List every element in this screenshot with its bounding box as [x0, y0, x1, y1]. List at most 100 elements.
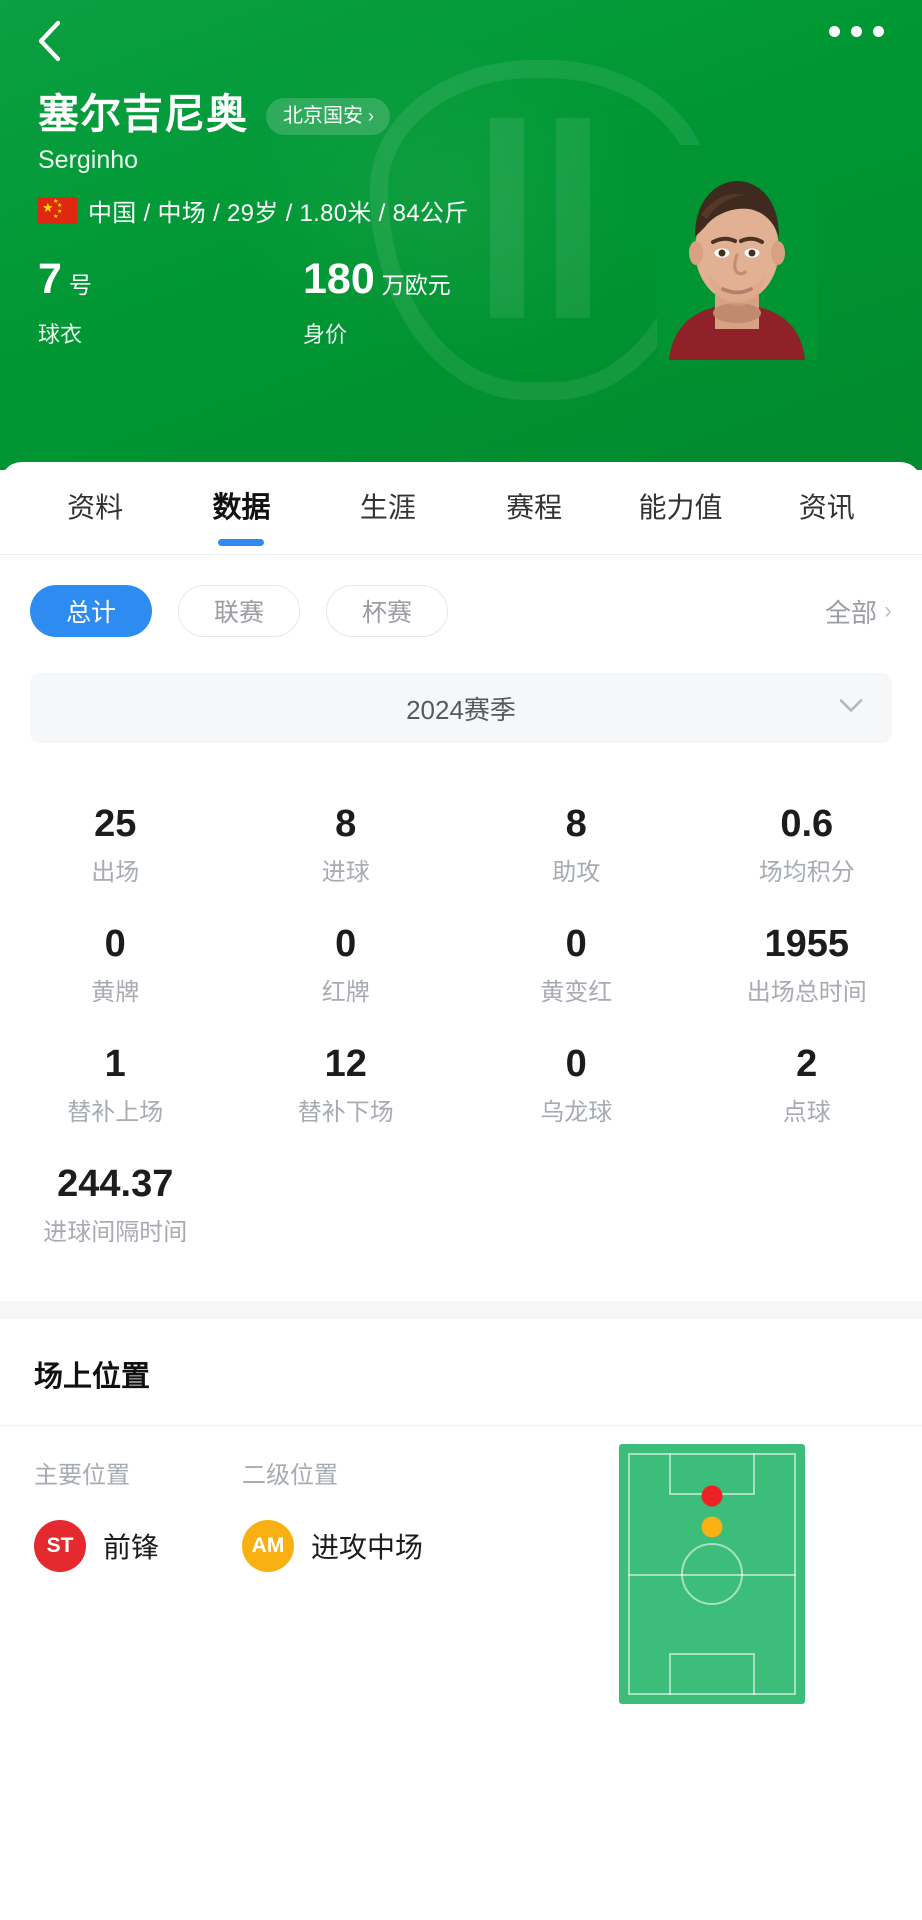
stat-value: 1 — [104, 1043, 126, 1085]
stat-own-goals: 0 乌龙球 — [461, 1027, 692, 1147]
kpi-caption: 身价 — [303, 322, 348, 347]
stat-label: 出场总时间 — [746, 979, 867, 1006]
stat-minutes-played: 1955 出场总时间 — [692, 907, 922, 1027]
pitch-diagram — [619, 1444, 805, 1704]
tab-career[interactable]: 生涯 — [315, 494, 461, 522]
kpi-shirt-number: 7 号 球衣 — [38, 258, 303, 349]
stat-value: 0.6 — [780, 803, 834, 845]
stat-value: 8 — [565, 803, 587, 845]
secondary-position-name: 进攻中场 — [311, 1532, 424, 1563]
stat-label: 红牌 — [321, 979, 370, 1006]
position-section-title: 场上位置 — [34, 1361, 151, 1393]
stat-minutes-per-goal: 244.37 进球间隔时间 — [0, 1147, 231, 1267]
primary-position-column: 主要位置 ST 前锋 — [34, 1464, 242, 1572]
stat-appearances: 25 出场 — [0, 787, 231, 907]
stat-penalties: 2 点球 — [692, 1027, 922, 1147]
stat-value: 1955 — [764, 923, 850, 965]
stat-value: 0 — [335, 923, 357, 965]
stat-points-per-game: 0.6 场均积分 — [692, 787, 922, 907]
stat-second-yellow: 0 黄变红 — [461, 907, 692, 1027]
player-profile-screen: 塞尔吉尼奥 北京国安 › Serginho ★ ★ ★ ★ ★ 中国 / 中场 / … — [0, 0, 922, 1920]
stat-value: 0 — [565, 923, 587, 965]
tab-fixtures[interactable]: 赛程 — [461, 494, 607, 522]
primary-position-name: 前锋 — [103, 1532, 160, 1563]
secondary-position-item: AM 进攻中场 — [242, 1520, 450, 1572]
section-separator-band — [0, 1301, 922, 1319]
stat-value: 2 — [796, 1043, 818, 1085]
position-badge-st: ST — [34, 1520, 86, 1572]
season-selector[interactable]: 2024赛季 — [30, 673, 892, 743]
secondary-position-column: 二级位置 AM 进攻中场 — [242, 1464, 450, 1572]
competition-filter-row: 总计 联赛 杯赛 全部 › — [0, 555, 922, 637]
stat-value: 8 — [335, 803, 357, 845]
tab-stats[interactable]: 数据 — [168, 493, 314, 523]
stats-row: 0 黄牌 0 红牌 0 黄变红 1955 出场总时间 — [0, 907, 922, 1027]
tab-news[interactable]: 资讯 — [754, 494, 900, 522]
stat-yellow-cards: 0 黄牌 — [0, 907, 231, 1027]
kpi-value: 180 — [303, 255, 375, 303]
chevron-right-icon: › — [884, 597, 892, 624]
pitch-marker-st — [701, 1485, 723, 1507]
stat-label: 助攻 — [552, 859, 601, 886]
pitch-penalty-box-bottom — [669, 1653, 755, 1695]
stat-label: 黄牌 — [91, 979, 140, 1006]
tab-profile[interactable]: 资料 — [22, 494, 168, 522]
pitch-marker-am — [701, 1516, 723, 1538]
stat-red-cards: 0 红牌 — [231, 907, 462, 1027]
player-portrait — [657, 145, 817, 360]
stats-row: 244.37 进球间隔时间 — [0, 1147, 922, 1267]
stat-label: 场均积分 — [758, 859, 855, 886]
stat-label: 出场 — [91, 859, 140, 886]
stat-label: 进球间隔时间 — [43, 1219, 188, 1246]
player-name-row: 塞尔吉尼奥 北京国安 › — [38, 94, 922, 135]
stat-label: 黄变红 — [540, 979, 613, 1006]
kpi-unit: 号 — [68, 272, 92, 298]
stats-grid: 25 出场 8 进球 8 助攻 0.6 场均积分 0 黄牌 0 红牌 0 黄变红… — [0, 743, 922, 1267]
stat-value: 0 — [104, 923, 126, 965]
filter-chip-cup[interactable]: 杯赛 — [326, 585, 448, 637]
stat-label: 进球 — [321, 859, 370, 886]
stat-assists: 8 助攻 — [461, 787, 692, 907]
pitch-center-circle — [681, 1543, 743, 1605]
tab-bar: 资料 数据 生涯 赛程 能力值 资讯 — [0, 462, 922, 554]
stat-label: 乌龙球 — [540, 1099, 613, 1126]
kpi-caption: 球衣 — [38, 322, 83, 347]
chevron-right-icon: › — [368, 106, 374, 126]
primary-position-header: 主要位置 — [34, 1462, 130, 1489]
tab-ratings[interactable]: 能力值 — [607, 494, 753, 522]
more-horizontal-icon — [829, 26, 840, 37]
stat-subbed-off: 12 替补下场 — [231, 1027, 462, 1147]
stat-label: 点球 — [782, 1099, 831, 1126]
kpi-unit: 万欧元 — [381, 272, 451, 298]
chevron-down-icon — [838, 698, 864, 719]
filter-chip-total[interactable]: 总计 — [30, 585, 152, 637]
team-chip-label: 北京国安 — [283, 105, 363, 127]
profile-header: 塞尔吉尼奥 北京国安 › Serginho ★ ★ ★ ★ ★ 中国 / 中场 / … — [0, 0, 922, 470]
team-chip[interactable]: 北京国安 › — [266, 98, 390, 135]
stat-goals: 8 进球 — [231, 787, 462, 907]
more-horizontal-icon — [851, 26, 862, 37]
stat-label: 替补下场 — [297, 1099, 394, 1126]
stat-value: 25 — [94, 803, 137, 845]
stat-value: 244.37 — [57, 1163, 174, 1205]
content-sheet: 资料 数据 生涯 赛程 能力值 资讯 总计 联赛 杯赛 全部 › 2024赛季 — [0, 462, 922, 1920]
view-all-link[interactable]: 全部 › — [825, 593, 892, 630]
stats-row: 25 出场 8 进球 8 助攻 0.6 场均积分 — [0, 787, 922, 907]
position-section-body: 主要位置 ST 前锋 二级位置 AM 进攻中场 — [0, 1426, 922, 1704]
more-options-button[interactable] — [829, 26, 884, 37]
kpi-market-value: 180 万欧元 身价 — [303, 258, 568, 349]
filter-chip-league[interactable]: 联赛 — [178, 585, 300, 637]
china-flag-icon: ★ ★ ★ ★ ★ — [38, 197, 78, 224]
back-button[interactable] — [22, 14, 76, 68]
stat-subbed-on: 1 替补上场 — [0, 1027, 231, 1147]
player-name-cn: 塞尔吉尼奥 — [38, 91, 248, 137]
stat-label: 替补上场 — [67, 1099, 164, 1126]
view-all-label: 全部 — [824, 597, 877, 628]
season-selector-label: 2024赛季 — [406, 694, 516, 725]
position-badge-am: AM — [242, 1520, 294, 1572]
stat-value: 0 — [565, 1043, 587, 1085]
more-horizontal-icon — [873, 26, 884, 37]
player-meta-text: 中国 / 中场 / 29岁 / 1.80米 / 84公斤 — [88, 200, 469, 227]
chevron-left-icon — [34, 18, 64, 64]
secondary-position-header: 二级位置 — [242, 1462, 338, 1489]
